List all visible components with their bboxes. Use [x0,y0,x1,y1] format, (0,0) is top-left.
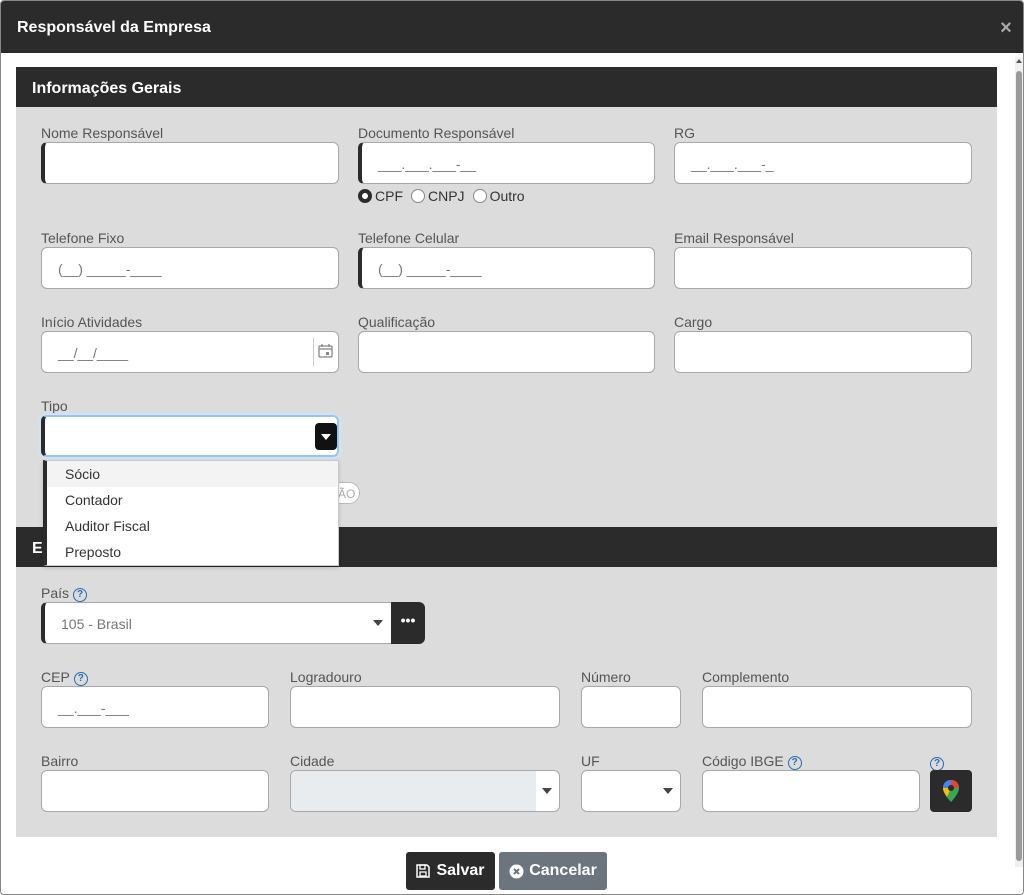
inicio-input[interactable]: __/__/____ [41,331,339,373]
save-button-label: Salvar [436,862,485,879]
telefone-fixo-input[interactable]: (__) _____-____ [41,247,339,289]
pais-more-button[interactable]: ••• [391,602,425,644]
tipo-option-contador[interactable]: Contador [47,487,338,513]
radio-cnpj-label[interactable]: CNPJ [428,188,465,204]
tipo-select[interactable] [41,415,339,457]
tipo-option-auditor[interactable]: Auditor Fiscal [47,513,338,539]
cidade-chevron-down-icon[interactable] [542,788,552,794]
cargo-input[interactable] [674,331,972,373]
bairro-input[interactable] [41,770,269,812]
email-label: Email Responsável [674,230,794,246]
radio-cpf-label[interactable]: CPF [375,188,403,204]
radio-cpf[interactable] [358,189,372,203]
documento-input[interactable]: ___.___.___-__ [358,142,655,184]
tipo-dropdown-list: Sócio Contador Auditor Fiscal Preposto [43,460,339,566]
maps-button[interactable] [930,770,972,812]
cargo-label: Cargo [674,314,713,330]
radio-cnpj[interactable] [411,189,425,203]
cep-label: CEP? [41,669,88,686]
date-divider [313,338,314,366]
numero-label: Número [581,669,631,685]
qualificacao-input[interactable] [358,331,655,373]
ibge-label: Código IBGE? [702,753,802,770]
cep-help-icon[interactable]: ? [73,672,88,686]
save-button[interactable]: Salvar [406,852,495,890]
pais-label-text: País [41,585,70,601]
ibge-label-text: Código IBGE [702,753,784,769]
logradouro-label: Logradouro [290,669,362,685]
rg-label: RG [674,125,695,141]
tipo-option-preposto[interactable]: Preposto [47,539,338,565]
rg-input[interactable]: __.___.___-_ [674,142,972,184]
cancel-button[interactable]: Cancelar [499,852,607,890]
email-input[interactable] [674,247,972,289]
cep-label-text: CEP [41,669,70,685]
telefone-fixo-label: Telefone Fixo [41,230,125,246]
pais-help-icon[interactable]: ? [73,588,88,602]
uf-chevron-down-icon[interactable] [663,788,673,794]
bairro-label: Bairro [41,753,79,769]
ibge-help-icon[interactable]: ? [787,756,802,770]
maps-help-glyph: ? [930,757,944,771]
documento-label: Documento Responsável [358,125,515,141]
complemento-label: Complemento [702,669,790,685]
tipo-option-socio[interactable]: Sócio [47,461,338,487]
nome-label: Nome Responsável [41,125,164,141]
doc-type-radios: CPF CNPJ Outro [358,188,533,204]
telefone-celular-input[interactable]: (__) _____-____ [358,247,655,289]
cancel-circle-icon [509,864,524,878]
cidade-label: Cidade [290,753,335,769]
pais-label: País? [41,585,88,602]
uf-label: UF [581,753,600,769]
radio-outro[interactable] [472,189,487,203]
modal-header: Responsável da Empresa × [1,1,1023,53]
nome-input[interactable] [41,142,339,184]
responsavel-modal: Responsável da Empresa × Informações Ger… [0,0,1024,895]
cidade-disabled-area [291,771,536,811]
tipo-dropdown-button[interactable] [315,423,337,450]
scroll-thumb[interactable] [1016,71,1022,861]
chevron-down-icon [321,434,331,440]
qualificacao-label: Qualificação [358,314,436,330]
telefone-celular-label: Telefone Celular [358,230,460,246]
close-icon[interactable]: × [997,18,1015,38]
pais-chevron-down-icon[interactable] [373,620,383,626]
pais-select[interactable]: 105 - Brasil [41,602,393,644]
tipo-label: Tipo [41,398,68,414]
cancel-button-label: Cancelar [529,862,597,879]
radio-outro-label[interactable]: Outro [490,188,525,204]
complemento-input[interactable] [702,686,972,728]
scroll-up-icon[interactable] [1016,59,1022,63]
modal-title: Responsável da Empresa [17,19,211,36]
ibge-input[interactable] [702,770,920,812]
calendar-icon[interactable] [318,344,333,358]
logradouro-input[interactable] [290,686,560,728]
general-section-title: Informações Gerais [16,67,997,107]
floppy-disk-icon [416,864,431,878]
ellipsis-icon: ••• [400,612,416,628]
numero-input[interactable] [581,686,681,728]
scrollbar[interactable] [1015,57,1023,867]
inicio-label: Início Atividades [41,314,143,330]
map-pin-icon [943,780,959,802]
cep-input[interactable]: __.___-___ [41,686,269,728]
